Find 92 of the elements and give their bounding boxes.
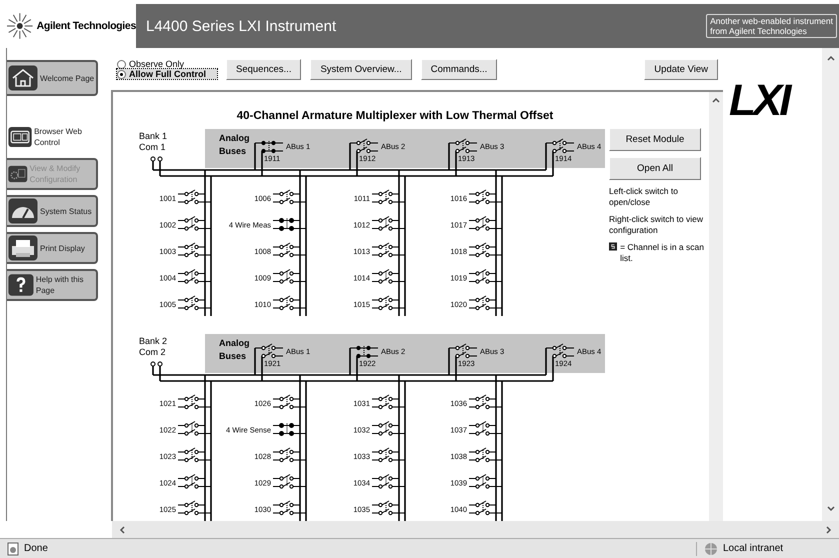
- toolbar-button[interactable]: Commands...: [420, 58, 498, 80]
- channel-switch-icon[interactable]: [178, 448, 212, 462]
- channel-switch-icon[interactable]: [272, 500, 306, 516]
- bus-switch-icon[interactable]: [448, 344, 478, 358]
- channel-switch-icon[interactable]: [468, 500, 502, 516]
- agilent-link[interactable]: Another web-enabled instrument from Agilent Technologies: [706, 14, 837, 38]
- channel-switch-icon[interactable]: [178, 296, 212, 310]
- bus-switch-icon[interactable]: [546, 344, 574, 358]
- update-view-button[interactable]: Update View: [644, 58, 718, 80]
- scroll-down-icon[interactable]: [826, 505, 836, 513]
- channel-switch-icon[interactable]: [372, 190, 406, 204]
- sidebar-item[interactable]: Welcome Page: [7, 60, 98, 96]
- bus-switch-icon[interactable]: [448, 138, 478, 154]
- channel-switch-icon[interactable]: [372, 474, 406, 489]
- channel-switch-icon[interactable]: [272, 423, 306, 436]
- channel-switch-icon[interactable]: [272, 269, 306, 284]
- channel-switch-icon[interactable]: [272, 296, 306, 310]
- channel-switch-icon[interactable]: [468, 216, 502, 231]
- channel-switch-icon[interactable]: [178, 500, 212, 516]
- channel-switch-icon[interactable]: [178, 394, 212, 410]
- bus-switch-icon[interactable]: [254, 344, 284, 358]
- channel-switch-icon[interactable]: [468, 190, 502, 204]
- channel-switch-icon[interactable]: [468, 296, 502, 310]
- globe-icon: [703, 542, 719, 556]
- channel-switch-icon[interactable]: [372, 448, 406, 462]
- sidebar-item[interactable]: Help with this Page: [7, 269, 98, 301]
- toolbar-button[interactable]: System Overview...: [310, 58, 412, 80]
- zone-text: Local intranet: [723, 543, 784, 554]
- module-button[interactable]: Reset Module: [609, 128, 701, 151]
- channel-switch-icon[interactable]: [272, 190, 306, 204]
- gauge-icon: [8, 198, 38, 224]
- scroll-left-icon[interactable]: [118, 524, 126, 534]
- channel-switch-icon[interactable]: [372, 296, 406, 310]
- bus-switch-icon[interactable]: [350, 138, 378, 154]
- channel-switch-icon[interactable]: [178, 190, 212, 204]
- bus-label: Analog Buses: [219, 338, 250, 361]
- channel-switch-icon[interactable]: [468, 448, 502, 462]
- house-icon: [8, 65, 38, 91]
- lxi-logo: LXI: [729, 76, 788, 125]
- channel-switch-icon[interactable]: [468, 394, 502, 410]
- channel-switch-icon[interactable]: [468, 474, 502, 489]
- printer-icon: [8, 235, 38, 261]
- help-icon: [8, 272, 34, 298]
- channel-switch-icon[interactable]: [372, 500, 406, 516]
- frame-scrollbar[interactable]: [709, 92, 723, 521]
- bank-label: Bank 1: [139, 131, 168, 141]
- channel-switch-icon[interactable]: [372, 242, 406, 258]
- scroll-up-icon[interactable]: [826, 54, 836, 62]
- scroll-up-icon[interactable]: [711, 96, 721, 104]
- toolbar-button[interactable]: Sequences...: [226, 58, 302, 80]
- sidebar-item[interactable]: System Status: [7, 195, 98, 227]
- bus-label: Analog Buses: [219, 133, 250, 156]
- channel-switch-icon[interactable]: [468, 242, 502, 258]
- com-label: Com 1: [139, 142, 166, 152]
- channel-switch-icon[interactable]: [272, 218, 306, 231]
- channel-switch-icon[interactable]: [272, 474, 306, 489]
- channel-switch-icon[interactable]: [178, 421, 212, 436]
- channel-switch-icon[interactable]: [178, 216, 212, 231]
- starburst-logo-icon: [6, 12, 34, 40]
- brand-name: Agilent Technologies: [36, 20, 136, 32]
- channel-switch-icon[interactable]: [272, 242, 306, 258]
- channel-switch-icon[interactable]: [372, 421, 406, 436]
- bus-switch-icon[interactable]: [350, 346, 378, 358]
- scan-list-icon: [609, 242, 618, 251]
- channel-switch-icon[interactable]: [372, 216, 406, 231]
- help-text: Left-click switch to open/close: [609, 186, 679, 208]
- control-panel-icon: [8, 124, 32, 150]
- page-scrollbar[interactable]: [822, 48, 839, 521]
- page-icon: [6, 542, 20, 556]
- channel-switch-icon[interactable]: [468, 421, 502, 436]
- channel-switch-icon[interactable]: [178, 242, 212, 258]
- module-button[interactable]: Open All: [609, 157, 701, 180]
- mode-radio[interactable]: Allow Full Control: [117, 69, 217, 79]
- channel-switch-icon[interactable]: [178, 474, 212, 489]
- scroll-right-icon[interactable]: [825, 524, 833, 534]
- channel-switch-icon[interactable]: [468, 269, 502, 284]
- com-label: Com 2: [139, 347, 166, 357]
- page-title: L4400 Series LXI Instrument: [146, 18, 338, 34]
- bus-switch-icon[interactable]: [254, 140, 284, 154]
- bank-label: Bank 2: [139, 336, 168, 346]
- bus-switch-icon[interactable]: [546, 138, 574, 154]
- channel-switch-icon[interactable]: [178, 269, 212, 284]
- channel-switch-icon[interactable]: [372, 394, 406, 410]
- module-title: 40-Channel Armature Multiplexer with Low Thermal Offset: [236, 110, 554, 122]
- scan-note: = Channel is in a scan list.: [620, 242, 705, 264]
- channel-switch-icon[interactable]: [272, 448, 306, 462]
- sidebar-item[interactable]: Print Display: [7, 232, 98, 264]
- horizontal-scrollbar[interactable]: [112, 521, 839, 538]
- help-text: Right-click switch to view configuration: [609, 214, 704, 236]
- channel-switch-icon[interactable]: [372, 269, 406, 284]
- channel-switch-icon[interactable]: [272, 394, 306, 410]
- status-text: Done: [24, 543, 48, 554]
